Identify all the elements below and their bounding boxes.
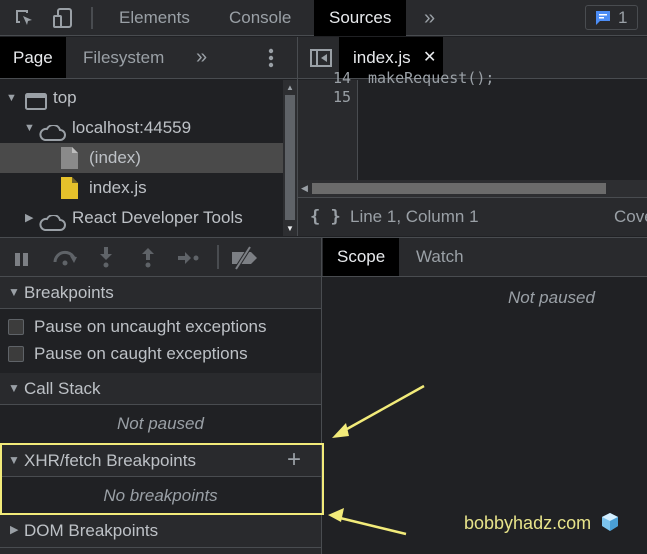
watermark: bobbyhadz.com — [464, 512, 620, 537]
tree-scrollbar[interactable]: ▲ ▼ — [283, 80, 297, 236]
issues-count: 1 — [618, 8, 628, 27]
expand-arrow-icon: ▶ — [10, 524, 19, 536]
scrollbar-thumb[interactable] — [312, 183, 606, 194]
annotation-arrows — [328, 384, 425, 536]
option-label: Pause on uncaught exceptions — [34, 317, 267, 336]
next-section-header — [0, 548, 321, 554]
tab-watch[interactable]: Watch — [402, 238, 478, 276]
tree-item-localhost[interactable]: ▼ localhost:44559 — [0, 113, 283, 143]
tree-item-top[interactable]: ▼ top — [0, 83, 283, 113]
scope-placeholder: Not paused — [508, 288, 595, 307]
pretty-print-icon[interactable]: { } — [310, 198, 341, 236]
editor-status-bar: { } Line 1, Column 1 Coverage: n/a — [298, 197, 647, 236]
tree-item-label: (index) — [89, 148, 141, 167]
pause-uncaught-option[interactable]: Pause on uncaught exceptions — [0, 313, 321, 340]
issues-message-icon — [594, 9, 612, 32]
navigator-more-button[interactable]: » — [182, 37, 221, 78]
call-stack-placeholder: Not paused — [117, 414, 204, 433]
more-tabs-button[interactable]: » — [410, 0, 449, 36]
tab-sources[interactable]: Sources — [314, 0, 407, 36]
deactivate-breakpoints-icon[interactable] — [231, 245, 259, 275]
navigator-tabs: Page Filesystem » — [0, 37, 297, 79]
collapse-arrow-icon: ▼ — [8, 285, 20, 299]
kebab-menu-icon[interactable] — [266, 47, 276, 74]
tab-scope[interactable]: Scope — [323, 238, 400, 276]
file-tree: ▼ top ▼ localhost:44559 (index) index.js… — [0, 80, 283, 236]
issues-button[interactable]: 1 — [585, 5, 638, 30]
scope-watch-tabs: Scope Watch — [322, 237, 647, 277]
tree-item-label: top — [53, 88, 77, 107]
option-label: Pause on caught exceptions — [34, 344, 248, 363]
tree-item-label: React Developer Tools — [72, 208, 243, 227]
tree-item-react-devtools[interactable]: ▶ React Developer Tools — [0, 203, 283, 233]
pause-caught-checkbox[interactable] — [8, 346, 24, 362]
section-title: Breakpoints — [24, 283, 114, 302]
scroll-down-icon[interactable]: ▼ — [286, 224, 294, 233]
step-out-icon[interactable] — [141, 247, 155, 274]
dom-breakpoints-section-header[interactable]: ▶ DOM Breakpoints — [0, 515, 321, 548]
step-into-icon[interactable] — [99, 247, 113, 274]
tab-filesystem[interactable]: Filesystem — [69, 37, 178, 78]
section-title: Call Stack — [24, 379, 101, 398]
device-toolbar-icon[interactable] — [51, 6, 75, 30]
coverage-status: Coverage: n/a — [614, 207, 647, 226]
debugger-toolbar — [0, 237, 321, 277]
tree-item-label: localhost:44559 — [72, 118, 192, 137]
devtools-toolbar: Elements Console Sources » 1 — [0, 0, 647, 36]
breakpoints-section-body: Pause on uncaught exceptions Pause on ca… — [0, 309, 321, 374]
ice-cube-icon — [600, 512, 620, 537]
toolbar-divider — [217, 245, 219, 269]
section-title: DOM Breakpoints — [24, 521, 159, 540]
scrollbar-thumb[interactable] — [285, 95, 295, 220]
scroll-up-icon[interactable]: ▲ — [286, 83, 294, 92]
tree-item-index-js[interactable]: index.js — [0, 173, 283, 203]
step-icon[interactable] — [178, 250, 200, 270]
pause-icon[interactable] — [15, 251, 29, 271]
expand-arrow-icon[interactable]: ▼ — [24, 113, 35, 143]
cursor-position: Line 1, Column 1 — [350, 207, 479, 226]
pause-uncaught-checkbox[interactable] — [8, 319, 24, 335]
arrow-pointing-to-xhr-body — [328, 508, 407, 536]
toggle-navigator-icon[interactable] — [310, 49, 332, 72]
watermark-text: bobbyhadz.com — [464, 513, 592, 533]
expand-arrow-icon[interactable]: ▶ — [25, 203, 33, 233]
code-line: makeRequest(); — [368, 69, 495, 87]
editor-horizontal-scrollbar[interactable]: ◀ — [298, 180, 647, 197]
tree-item-label: index.js — [89, 178, 147, 197]
tab-console[interactable]: Console — [215, 0, 305, 36]
tab-page[interactable]: Page — [0, 37, 66, 78]
code-editor[interactable]: makeRequest(); — [359, 69, 647, 180]
step-over-icon[interactable] — [52, 248, 80, 273]
expand-arrow-icon[interactable]: ▼ — [6, 83, 17, 113]
collapse-arrow-icon: ▼ — [8, 381, 20, 395]
toolbar-divider — [91, 7, 93, 29]
inspect-element-icon[interactable] — [12, 6, 36, 30]
line-number-gutter: 14 15 — [298, 69, 358, 180]
line-number: 14 — [332, 69, 351, 87]
call-stack-section-body: Not paused — [0, 405, 321, 444]
tab-elements[interactable]: Elements — [105, 0, 204, 36]
line-number: 15 — [332, 88, 351, 106]
breakpoints-section-header[interactable]: ▼ Breakpoints — [0, 277, 321, 309]
annotation-highlight-box — [0, 443, 324, 515]
scroll-left-icon[interactable]: ◀ — [301, 183, 308, 194]
tree-item-index[interactable]: (index) — [0, 143, 283, 173]
arrow-pointing-to-xhr-header — [332, 384, 425, 438]
pause-caught-option[interactable]: Pause on caught exceptions — [0, 340, 321, 367]
call-stack-section-header[interactable]: ▼ Call Stack — [0, 373, 321, 405]
